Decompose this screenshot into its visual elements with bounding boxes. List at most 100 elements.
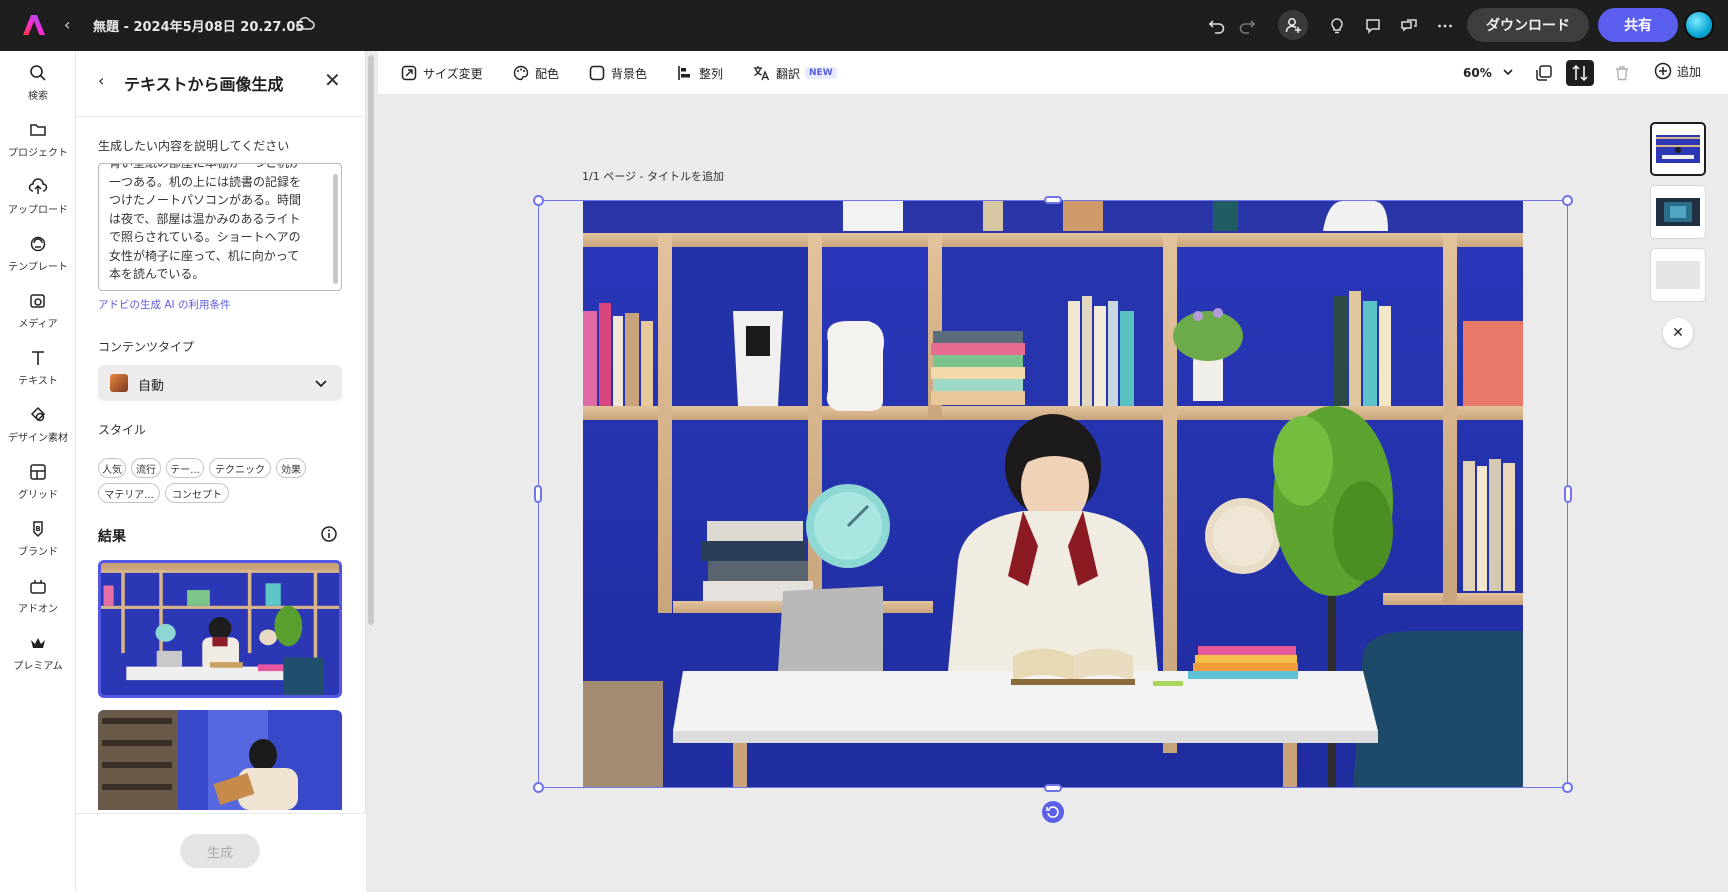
generate-button[interactable]: 生成 — [180, 834, 260, 868]
chevron-down-icon — [315, 380, 327, 388]
page-thumbnail-blank[interactable] — [1650, 248, 1706, 302]
text-to-image-panel: ‹ テキストから画像生成 ✕ 生成したい内容を説明してください 青い壁紙の部屋に… — [76, 51, 366, 892]
resize-handle-left[interactable] — [534, 485, 542, 503]
rail-label: アドオン — [18, 604, 58, 615]
rail-item-text[interactable]: テキスト — [0, 348, 76, 387]
rail-item-premium[interactable]: プレミアム — [0, 633, 76, 672]
page-thumbnail-image-1 — [1656, 135, 1700, 163]
plus-circle-icon — [1654, 62, 1672, 80]
redo-icon[interactable] — [1234, 13, 1260, 39]
rotate-icon[interactable] — [1042, 801, 1064, 823]
rail-item-brand[interactable]: B ブランド — [0, 519, 76, 558]
invite-user-icon[interactable] — [1278, 10, 1308, 40]
prompt-scrollbar[interactable] — [333, 174, 338, 284]
rail-item-upload[interactable]: アップロード — [0, 177, 76, 216]
style-chip[interactable]: マテリア... — [98, 483, 160, 503]
panel-title: テキストから画像生成 — [124, 75, 284, 94]
search-icon — [30, 65, 46, 81]
align-icon — [678, 66, 690, 80]
share-button[interactable]: 共有 — [1598, 8, 1678, 42]
lightbulb-icon[interactable] — [1324, 13, 1350, 39]
chevron-left-icon[interactable]: ‹ — [98, 71, 104, 90]
resize-handle-bottom[interactable] — [1044, 784, 1062, 792]
undo-icon[interactable] — [1204, 13, 1230, 39]
info-icon[interactable] — [320, 525, 338, 543]
media-icon — [30, 294, 45, 308]
trash-icon[interactable] — [1608, 60, 1636, 86]
rail-label: テキスト — [18, 376, 58, 387]
rail-item-search[interactable]: 検索 — [0, 63, 76, 102]
rail-label: テンプレート — [8, 262, 68, 273]
resize-handle-bottom-left[interactable] — [533, 782, 544, 793]
template-icon — [30, 236, 46, 252]
style-chip[interactable]: テクニック — [209, 458, 271, 478]
back-icon[interactable]: ‹ — [64, 15, 70, 34]
rail-label: ブランド — [18, 547, 58, 558]
rail-item-addons[interactable]: アドオン — [0, 576, 76, 615]
selection-box[interactable] — [538, 200, 1568, 788]
resize-handle-right[interactable] — [1564, 485, 1572, 503]
resize-handle-top-left[interactable] — [533, 195, 544, 206]
rail-label: デザイン素材 — [8, 433, 68, 444]
zoom-level[interactable]: 60% — [1463, 66, 1492, 80]
background-color-button[interactable]: 背景色 — [589, 62, 647, 84]
result-thumbnail-2[interactable] — [98, 710, 342, 810]
adobe-express-logo[interactable] — [22, 13, 46, 37]
style-chip[interactable]: 流行 — [131, 458, 161, 478]
upload-icon — [28, 178, 48, 194]
canvas-toolbar — [378, 51, 1728, 95]
style-chip[interactable]: テー... — [166, 458, 204, 478]
grid-icon — [30, 464, 46, 480]
align-button[interactable]: 整列 — [677, 62, 723, 84]
chevron-down-icon[interactable] — [1500, 64, 1516, 80]
panel-scrollbar[interactable] — [368, 55, 374, 625]
prompt-textarea[interactable]: 青い壁紙の部屋に本棚が一つと机が 一つある。机の上には読書の記録を つけたノート… — [98, 163, 342, 291]
arrange-icon[interactable] — [1566, 60, 1594, 86]
cloud-icon[interactable] — [294, 14, 316, 34]
layers-icon[interactable] — [1530, 60, 1558, 86]
rail-item-design-assets[interactable]: デザイン素材 — [0, 405, 76, 444]
color-palette-button[interactable]: 配色 — [513, 62, 559, 84]
terms-link[interactable]: アドビの生成 AI の利用条件 — [98, 297, 230, 312]
resize-handle-bottom-right[interactable] — [1562, 782, 1573, 793]
page-thumbnail-1[interactable] — [1650, 122, 1706, 176]
rail-item-grid[interactable]: グリッド — [0, 462, 76, 501]
rail-label: 検索 — [28, 91, 48, 102]
rail-label: アップロード — [8, 205, 68, 216]
style-chip[interactable]: 人気 — [98, 458, 126, 478]
rail-item-media[interactable]: メディア — [0, 291, 76, 330]
style-label: スタイル — [98, 423, 147, 437]
resize-button[interactable]: サイズ変更 — [401, 62, 483, 84]
close-icon[interactable]: ✕ — [324, 68, 341, 92]
rail-label: グリッド — [18, 490, 58, 501]
review-icon[interactable] — [1396, 13, 1422, 39]
brand-icon: B — [33, 521, 43, 538]
page-label[interactable]: 1/1 ページ - タイトルを追加 — [582, 168, 724, 184]
style-chip[interactable]: 効果 — [276, 458, 306, 478]
add-page-button[interactable]: 追加 — [1654, 62, 1701, 80]
more-icon[interactable] — [1432, 13, 1458, 39]
result-thumbnail-1[interactable] — [98, 560, 342, 698]
translate-icon — [754, 66, 770, 81]
resize-handle-top-right[interactable] — [1562, 195, 1573, 206]
comment-icon[interactable] — [1360, 13, 1386, 39]
download-button[interactable]: ダウンロード — [1467, 8, 1589, 42]
rail-label: プロジェクト — [8, 148, 68, 159]
prompt-label: 生成したい内容を説明してください — [98, 139, 290, 153]
style-chip[interactable]: コンセプト — [165, 483, 229, 503]
rail-label: プレミアム — [13, 661, 63, 672]
prompt-text[interactable]: 青い壁紙の部屋に本棚が一つと机が 一つある。机の上には読書の記録を つけたノート… — [109, 164, 319, 284]
rail-item-templates[interactable]: テンプレート — [0, 234, 76, 273]
content-type-select[interactable]: 自動 — [98, 365, 342, 401]
translate-button[interactable]: 翻訳 NEW — [753, 62, 837, 84]
close-icon[interactable]: ✕ — [1663, 318, 1693, 348]
addon-icon — [30, 580, 46, 594]
document-title[interactable]: 無題 - 2024年5月08日 20.27.05 — [93, 16, 304, 35]
shapes-icon — [30, 406, 46, 422]
resize-handle-top[interactable] — [1044, 196, 1062, 204]
content-type-thumbnail — [110, 374, 128, 392]
page-thumbnail-2[interactable] — [1650, 185, 1706, 239]
avatar[interactable] — [1684, 10, 1714, 40]
rail-item-projects[interactable]: プロジェクト — [0, 120, 76, 159]
folder-icon — [30, 124, 46, 136]
